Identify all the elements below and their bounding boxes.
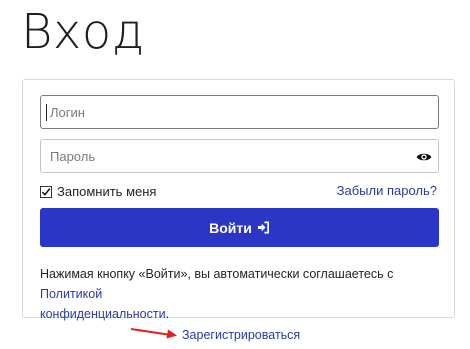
password-input[interactable] (41, 140, 438, 172)
eye-icon[interactable] (416, 149, 432, 165)
sign-in-icon (257, 221, 270, 234)
login-field[interactable] (40, 95, 439, 129)
login-page: Вход Запомнить меня (0, 0, 470, 349)
register-link[interactable]: Зарегистрироваться (182, 328, 300, 342)
privacy-agreement-text: Нажимая кнопку «Войти», вы автоматически… (40, 264, 445, 324)
login-input[interactable] (41, 96, 438, 128)
login-card: Запомнить меня Забыли пароль? Войти Нажи… (22, 79, 455, 321)
password-field[interactable] (40, 139, 439, 173)
agreement-text: Нажимая кнопку «Войти», вы автоматически… (40, 267, 394, 281)
forgot-password-link[interactable]: Забыли пароль? (337, 183, 437, 198)
privacy-policy-link-part1[interactable]: Политикой (40, 287, 102, 301)
remember-me-label: Запомнить меня (57, 183, 157, 199)
text-caret (46, 104, 47, 121)
page-title: Вход (21, 4, 145, 60)
login-button-label: Войти (209, 219, 252, 236)
login-button[interactable]: Войти (40, 208, 439, 247)
checkbox-checked-icon[interactable] (40, 185, 52, 198)
privacy-policy-link-part2[interactable]: конфиденциальности (40, 307, 166, 321)
agreement-suffix: . (165, 307, 170, 321)
remember-me-checkbox[interactable]: Запомнить меня (40, 183, 156, 199)
arrow-right-icon (130, 325, 178, 339)
